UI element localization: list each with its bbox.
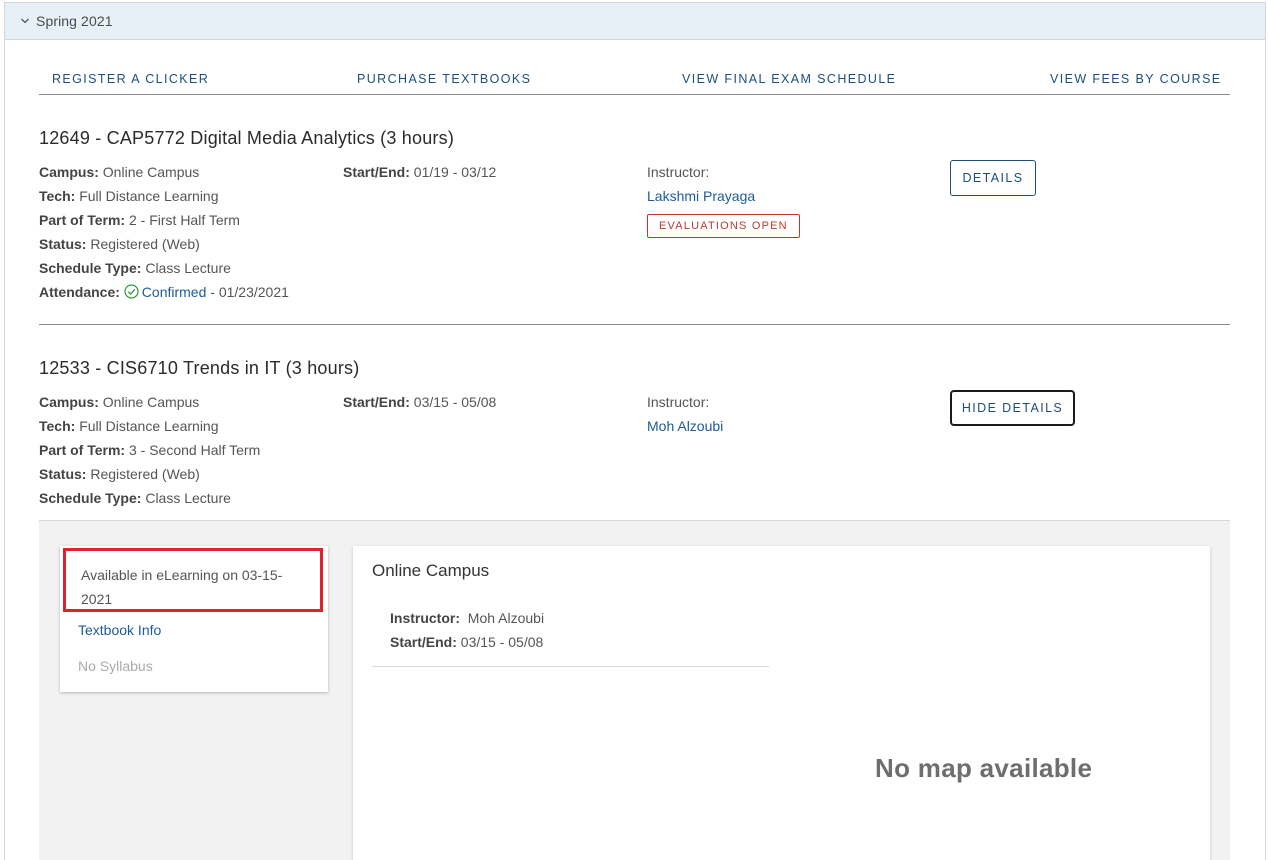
course-card: 12533 - CIS6710 Trends in IT (3 hours) C… — [39, 358, 1230, 518]
course-card: 12649 - CAP5772 Digital Media Analytics … — [39, 128, 1230, 308]
status-field: Status: Registered (Web) — [39, 466, 200, 482]
part-of-term-field: Part of Term: 3 - Second Half Term — [39, 442, 261, 458]
start-end-field: Start/End: 01/19 - 03/12 — [343, 164, 497, 180]
part-of-term-field: Part of Term: 2 - First Half Term — [39, 212, 240, 228]
fees-by-course-link[interactable]: VIEW FEES BY COURSE — [1050, 72, 1222, 86]
schedule-type-field: Schedule Type: Class Lecture — [39, 490, 231, 506]
detail-instructor: Instructor: Moh Alzoubi — [390, 610, 545, 626]
attendance-status: Confirmed — [141, 284, 207, 300]
instructor-label: Instructor: — [647, 394, 710, 410]
term-header[interactable]: Spring 2021 — [5, 3, 1265, 40]
start-end-field: Start/End: 03/15 - 05/08 — [343, 394, 497, 410]
hide-details-button[interactable]: HIDE DETAILS — [950, 390, 1075, 426]
purchase-textbooks-link[interactable]: PURCHASE TEXTBOOKS — [357, 72, 531, 86]
campus-field: Campus: Online Campus — [39, 164, 200, 180]
term-title: Spring 2021 — [36, 13, 113, 29]
course-details-panel: Available in eLearning on 03-15-2021 Tex… — [39, 520, 1230, 860]
instructor-link[interactable]: Lakshmi Prayaga — [647, 188, 755, 204]
check-circle-icon — [124, 282, 139, 299]
course-title: 12649 - CAP5772 Digital Media Analytics … — [39, 128, 455, 148]
tech-field: Tech: Full Distance Learning — [39, 418, 219, 434]
course-divider — [39, 324, 1230, 325]
detail-divider — [372, 666, 769, 667]
schedule-type-field: Schedule Type: Class Lecture — [39, 260, 231, 276]
textbook-info-link[interactable]: Textbook Info — [78, 622, 161, 638]
location-card: Online Campus Instructor: Moh Alzoubi St… — [353, 546, 1210, 860]
attendance-field: Attendance: Confirmed - 01/23/2021 — [39, 282, 289, 300]
course-title: 12533 - CIS6710 Trends in IT (3 hours) — [39, 358, 360, 378]
register-clicker-link[interactable]: REGISTER A CLICKER — [52, 72, 209, 86]
course-resources-card: Available in eLearning on 03-15-2021 Tex… — [60, 546, 328, 692]
detail-start-end: Start/End: 03/15 - 05/08 — [390, 634, 544, 650]
location-title: Online Campus — [372, 561, 490, 580]
final-exam-schedule-link[interactable]: VIEW FINAL EXAM SCHEDULE — [682, 72, 896, 86]
details-button[interactable]: DETAILS — [950, 160, 1036, 196]
tech-field: Tech: Full Distance Learning — [39, 188, 219, 204]
campus-field: Campus: Online Campus — [39, 394, 200, 410]
syllabus-status: No Syllabus — [78, 658, 153, 674]
status-field: Status: Registered (Web) — [39, 236, 200, 252]
elearning-availability: Available in eLearning on 03-15-2021 — [63, 548, 323, 612]
instructor-label: Instructor: — [647, 164, 710, 180]
instructor-link[interactable]: Moh Alzoubi — [647, 418, 723, 434]
map-placeholder: No map available — [875, 753, 1093, 783]
evaluations-open-badge[interactable]: EVALUATIONS OPEN — [647, 214, 800, 238]
chevron-down-icon — [17, 13, 33, 29]
term-links-bar: REGISTER A CLICKER PURCHASE TEXTBOOKS VI… — [39, 72, 1230, 95]
